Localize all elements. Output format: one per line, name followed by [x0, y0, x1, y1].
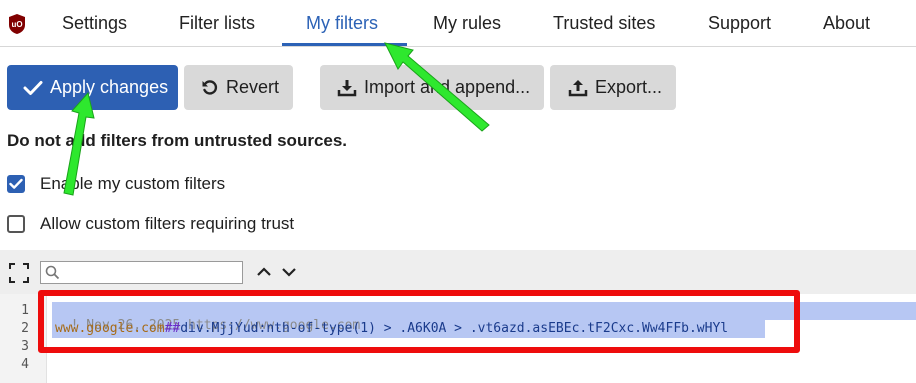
- active-tab-indicator: [282, 43, 407, 46]
- apply-changes-label: Apply changes: [50, 77, 169, 97]
- chevron-down-icon[interactable]: [281, 266, 297, 278]
- enable-custom-filters-option[interactable]: Enable my custom filters: [7, 174, 225, 194]
- tab-my-rules[interactable]: My rules: [433, 0, 501, 46]
- tab-about[interactable]: About: [823, 0, 870, 46]
- export-icon: [568, 79, 588, 96]
- editor-search-box[interactable]: [40, 261, 243, 284]
- search-icon: [45, 265, 60, 280]
- tab-filter-lists[interactable]: Filter lists: [179, 0, 255, 46]
- import-icon: [337, 79, 357, 96]
- apply-changes-button[interactable]: Apply changes: [7, 65, 178, 110]
- import-append-label: Import and append...: [364, 77, 531, 97]
- annotation-highlight-box: [38, 290, 800, 353]
- revert-button[interactable]: Revert: [184, 65, 293, 110]
- fullscreen-icon[interactable]: [9, 263, 29, 283]
- enable-custom-filters-label: Enable my custom filters: [40, 174, 226, 193]
- allow-trust-filters-checkbox[interactable]: [7, 215, 25, 233]
- line-number: 2: [21, 321, 29, 336]
- export-button[interactable]: Export...: [550, 65, 676, 110]
- chevron-up-icon[interactable]: [256, 266, 272, 278]
- top-nav: uO Settings Filter lists My filters My r…: [0, 0, 916, 47]
- editor-search-input[interactable]: [63, 263, 239, 282]
- undo-icon: [202, 79, 218, 95]
- untrusted-warning: Do not add filters from untrusted source…: [7, 131, 348, 150]
- ublock-logo-icon[interactable]: uO: [7, 13, 27, 35]
- allow-trust-filters-label: Allow custom filters requiring trust: [40, 214, 295, 233]
- import-append-button[interactable]: Import and append...: [320, 65, 544, 110]
- tab-my-filters[interactable]: My filters: [306, 0, 378, 46]
- export-label: Export...: [595, 77, 663, 97]
- line-number: 4: [21, 357, 29, 372]
- tab-settings[interactable]: Settings: [62, 0, 127, 46]
- revert-label: Revert: [226, 77, 280, 97]
- enable-custom-filters-checkbox[interactable]: [7, 175, 25, 193]
- line-number: 1: [21, 303, 29, 318]
- line-number: 3: [21, 339, 29, 354]
- svg-text:uO: uO: [11, 20, 22, 29]
- checkmark-icon: [23, 80, 43, 95]
- tab-support[interactable]: Support: [708, 0, 771, 46]
- allow-trust-filters-option[interactable]: Allow custom filters requiring trust: [7, 214, 294, 234]
- checkmark-icon: [9, 178, 23, 189]
- tab-trusted-sites[interactable]: Trusted sites: [553, 0, 655, 46]
